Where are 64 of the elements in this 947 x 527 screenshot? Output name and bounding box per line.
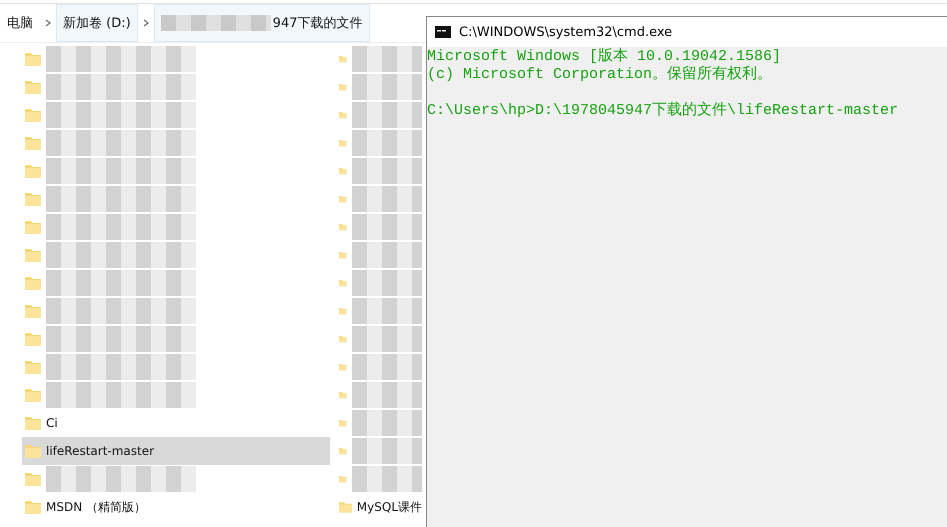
folder-icon — [25, 108, 41, 122]
file-row[interactable] — [336, 353, 422, 381]
pixelated-block — [352, 326, 422, 352]
pixelated-block — [352, 438, 422, 464]
breadcrumb-item[interactable]: 电脑 — [0, 4, 40, 42]
folder-icon — [25, 136, 41, 150]
folder-icon — [25, 52, 41, 66]
folder-icon — [25, 472, 41, 486]
console-line: Microsoft Windows [版本 10.0.19042.1586] — [427, 48, 782, 66]
file-row[interactable]: MySQL课件 — [336, 493, 422, 521]
breadcrumb-item[interactable]: 新加卷 (D:) — [56, 4, 138, 42]
file-row[interactable] — [336, 73, 422, 101]
pixelated-block — [352, 354, 422, 380]
file-row[interactable] — [336, 465, 422, 493]
pixelated-block — [352, 102, 422, 128]
file-row[interactable]: MSDN （精简版） — [22, 493, 330, 521]
pixelated-block — [352, 298, 422, 324]
folder-icon — [25, 304, 41, 318]
file-row[interactable] — [336, 297, 422, 325]
folder-icon — [25, 276, 41, 290]
file-row[interactable] — [336, 45, 422, 73]
file-row[interactable] — [336, 381, 422, 409]
folder-icon — [25, 500, 41, 514]
pixelated-block — [352, 270, 422, 296]
pixelated-block — [352, 466, 422, 492]
file-row[interactable] — [336, 437, 422, 465]
folder-icon — [25, 444, 41, 458]
folder-icon — [339, 500, 352, 514]
pixelated-block — [352, 214, 422, 240]
file-row[interactable] — [336, 129, 422, 157]
pixelated-block — [352, 242, 422, 268]
chevron-icon — [142, 19, 150, 27]
file-row[interactable] — [336, 101, 422, 129]
file-row[interactable]: lifeRestart-master — [22, 437, 330, 465]
folder-icon — [25, 360, 41, 374]
file-row[interactable] — [336, 157, 422, 185]
folder-icon — [25, 80, 41, 94]
file-row[interactable]: Ci — [22, 409, 330, 437]
pixelated-block — [352, 46, 422, 72]
folder-icon — [25, 220, 41, 234]
pixelated-block — [352, 410, 422, 436]
folder-icon — [25, 416, 41, 430]
pixelated-block — [352, 158, 422, 184]
window-title: C:\WINDOWS\system32\cmd.exe — [459, 24, 672, 40]
folder-icon — [25, 388, 41, 402]
pixelated-block — [352, 382, 422, 408]
file-row[interactable] — [336, 269, 422, 297]
file-row[interactable] — [336, 325, 422, 353]
console-icon — [435, 26, 451, 38]
file-row[interactable] — [336, 213, 422, 241]
folder-icon — [25, 248, 41, 262]
folder-icon — [25, 332, 41, 346]
folder-icon — [25, 164, 41, 178]
pixelated-block — [352, 186, 422, 212]
pixelated-block — [352, 74, 422, 100]
file-row[interactable] — [336, 409, 422, 437]
console-line: (c) Microsoft Corporation。保留所有权利。 — [427, 66, 774, 84]
chevron-icon — [44, 19, 52, 27]
pixelated-block — [352, 130, 422, 156]
breadcrumb-item[interactable]: 947下载的文件 — [154, 4, 370, 42]
console-line: C:\Users\hp>D:\1978045947下载的文件\lifeRestart-master — [427, 102, 900, 120]
file-row[interactable] — [336, 241, 422, 269]
folder-icon — [25, 192, 41, 206]
file-row[interactable] — [336, 185, 422, 213]
